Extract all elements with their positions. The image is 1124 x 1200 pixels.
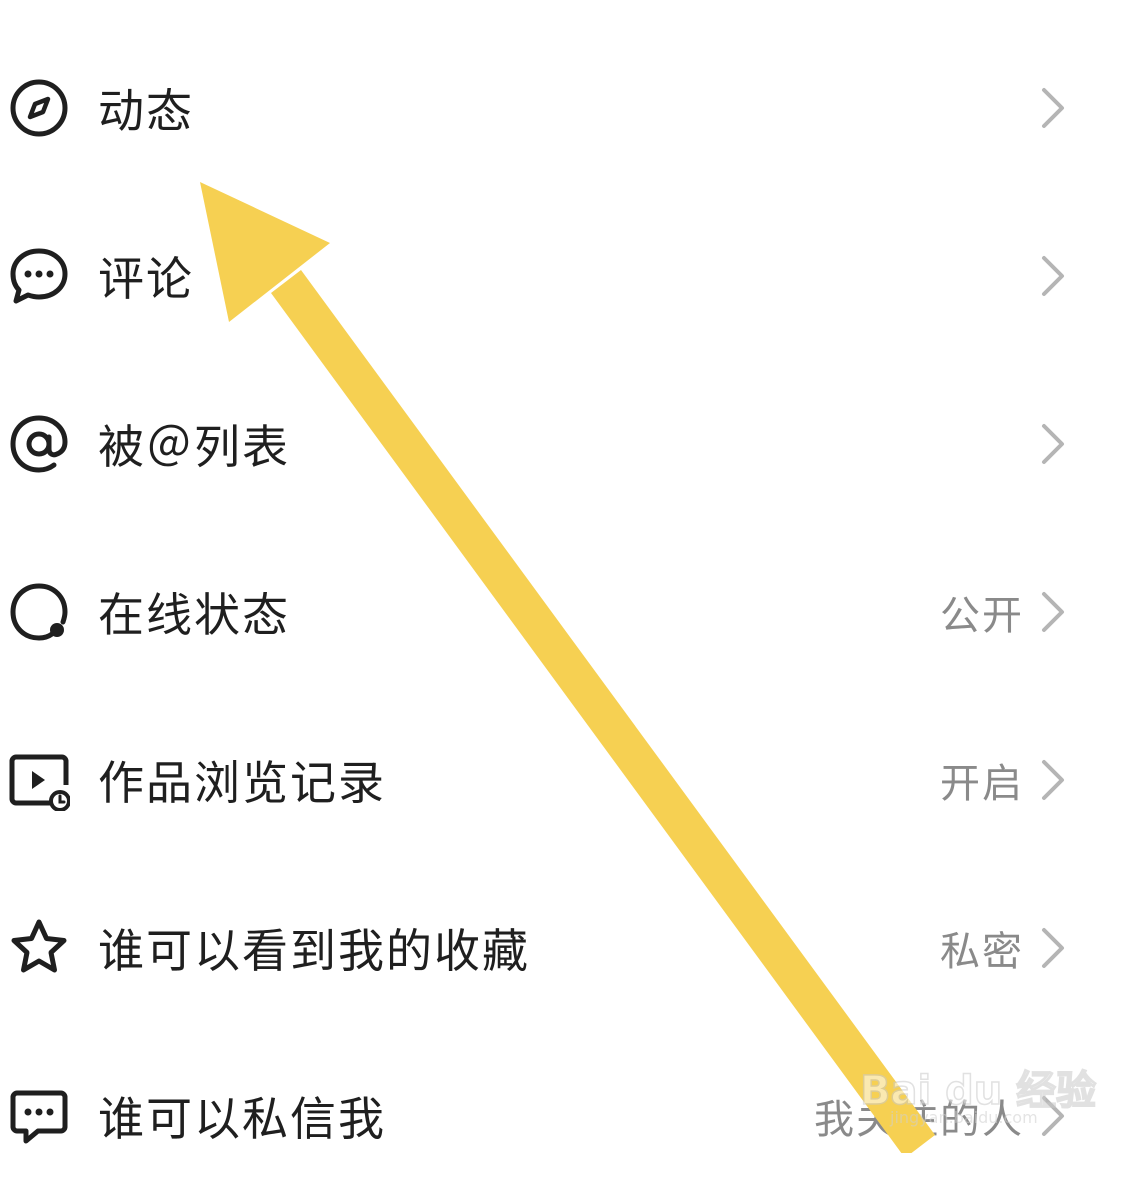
chat-bubble-icon [8, 245, 70, 307]
chevron-right-icon [1036, 756, 1068, 804]
video-history-icon [8, 749, 70, 811]
chevron-right-icon [1036, 84, 1068, 132]
settings-row-comments[interactable]: 评论 [0, 192, 1124, 360]
online-status-icon [8, 581, 70, 643]
settings-row-label: 在线状态 [98, 588, 290, 642]
settings-row-view-history[interactable]: 作品浏览记录 开启 [0, 696, 1124, 864]
star-icon [8, 917, 70, 979]
chevron-right-icon [1036, 588, 1068, 636]
settings-row-label: 谁可以看到我的收藏 [98, 924, 530, 978]
settings-row-dynamics[interactable]: 动态 [0, 24, 1124, 192]
settings-row-favorites-visibility[interactable]: 谁可以看到我的收藏 私密 [0, 864, 1124, 1032]
chevron-right-icon [1036, 1092, 1068, 1140]
settings-row-value: 公开 [940, 593, 1024, 639]
privacy-settings-list: 动态 评论 被＠列表 在线状态 公开 作品浏览记录 开启 谁可以看到我的收藏 私… [0, 24, 1124, 1200]
settings-row-mentions[interactable]: 被＠列表 [0, 360, 1124, 528]
settings-row-label: 被＠列表 [98, 420, 290, 474]
chevron-right-icon [1036, 420, 1068, 468]
settings-row-who-can-message[interactable]: 谁可以私信我 我关注的人 [0, 1032, 1124, 1200]
settings-row-label: 谁可以私信我 [98, 1092, 386, 1146]
chevron-right-icon [1036, 924, 1068, 972]
settings-row-value: 开启 [940, 761, 1024, 807]
settings-row-label: 动态 [98, 84, 194, 138]
settings-row-online-status[interactable]: 在线状态 公开 [0, 528, 1124, 696]
chevron-right-icon [1036, 252, 1068, 300]
settings-row-value: 我关注的人 [814, 1097, 1024, 1143]
at-sign-icon [8, 413, 70, 475]
settings-row-label: 作品浏览记录 [98, 756, 386, 810]
settings-row-label: 评论 [98, 252, 194, 306]
message-icon [8, 1085, 70, 1147]
compass-icon [8, 77, 70, 139]
settings-row-value: 私密 [940, 929, 1024, 975]
